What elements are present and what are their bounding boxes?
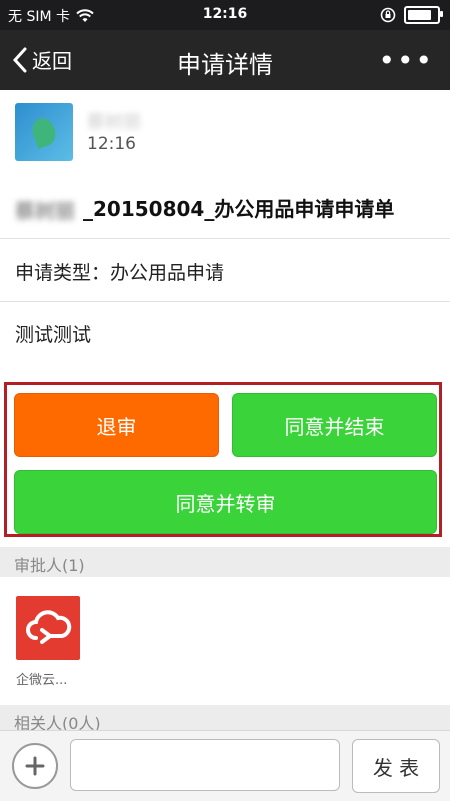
- reject-button[interactable]: 退审: [14, 393, 219, 457]
- approve-end-button[interactable]: 同意并结束: [232, 393, 437, 457]
- approver-avatar[interactable]: [16, 596, 80, 660]
- request-type: 申请类型：办公用品申请: [15, 262, 225, 284]
- nav-bar: 返回 申请详情 •••: [0, 30, 450, 90]
- approvers-header-label: 审批人(1): [14, 556, 85, 575]
- comment-input[interactable]: [70, 739, 340, 791]
- approve-transfer-button[interactable]: 同意并转审: [14, 470, 437, 534]
- approvers-header: 审批人(1): [0, 547, 450, 577]
- request-description-row: 测试测试: [0, 302, 450, 363]
- status-bar: 无 SIM 卡 12:16: [0, 0, 450, 30]
- rotation-lock-icon: [380, 7, 396, 23]
- leaf-icon: [28, 115, 60, 149]
- battery-icon: [404, 6, 443, 24]
- add-attachment-button[interactable]: [12, 743, 58, 789]
- request-header: 蔡树丽 12:16: [0, 90, 450, 176]
- cloud-logo-icon: [26, 610, 72, 644]
- sender-name: 蔡树丽: [87, 112, 141, 133]
- request-description: 测试测试: [15, 324, 92, 346]
- plus-icon: [25, 756, 45, 776]
- approver-name: 企微云...: [16, 673, 68, 688]
- request-title-blurred: 蔡树丽: [15, 199, 75, 223]
- action-panel: 退审 同意并结束 同意并转审: [0, 362, 450, 547]
- request-title-row: 蔡树丽 _20150804_办公用品申请申请单: [0, 175, 450, 239]
- sender-time: 12:16: [87, 134, 136, 154]
- request-type-row: 申请类型：办公用品申请: [0, 239, 450, 302]
- send-button[interactable]: 发 表: [352, 739, 440, 793]
- comment-input-bar: 发 表: [0, 730, 450, 801]
- battery-fill: [408, 10, 432, 20]
- more-button[interactable]: •••: [378, 44, 434, 77]
- request-title: _20150804_办公用品申请申请单: [83, 197, 395, 221]
- approvers-list: 企微云...: [0, 577, 450, 706]
- sender-avatar: [15, 103, 73, 161]
- status-right: [380, 6, 443, 24]
